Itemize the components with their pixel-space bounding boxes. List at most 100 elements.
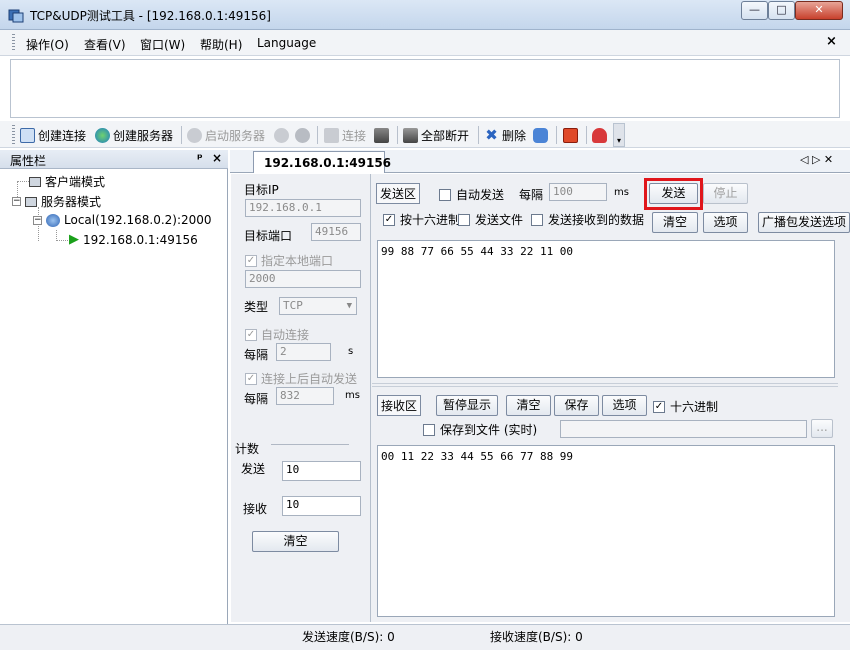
menu-help[interactable]: 帮助(H) [200,36,242,53]
users-stop-icon [274,127,289,143]
receive-save-button[interactable]: 保存 [554,395,599,416]
mdi-close-icon[interactable]: × [826,34,837,49]
connect-label: 连接 [342,128,367,143]
receive-textarea[interactable]: 00 11 22 33 44 55 66 77 88 99 [377,445,835,617]
about-button[interactable] [592,126,607,144]
close-window-button[interactable]: ✕ [795,1,843,20]
panel-close-icon[interactable]: × [212,151,222,165]
auto-send-label: 自动发送 [456,188,505,202]
type-select[interactable]: TCP ▼ [279,297,357,315]
toolbar-separator [556,126,557,144]
disconnect-button[interactable] [374,126,389,144]
send-textarea[interactable]: 99 88 77 66 55 44 33 22 11 00 [377,240,835,378]
clear-counter-button[interactable]: 清空 [252,531,339,552]
tree-item-server-mode[interactable]: − 服务器模式 [12,193,101,210]
start-server-button[interactable]: 启动服务器 [187,126,265,144]
counter-title: 计数 [235,442,260,456]
send-area-label: 发送区 [376,183,421,204]
tree-item-client-mode[interactable]: 客户端模式 [29,173,105,190]
auto-send-interval-field[interactable]: 832 [276,387,334,405]
bind-local-port-checkbox[interactable]: ✓ 指定本地端口 [245,252,333,269]
tree-item-connection[interactable]: ▶ 192.168.0.1:49156 [69,232,198,247]
delete-button[interactable]: ✖ 删除 [484,126,526,144]
local-port-field[interactable]: 2000 [245,270,361,288]
send-file-label: 发送文件 [475,213,524,227]
checkbox-icon: ✓ [245,254,257,267]
pause-display-button[interactable]: 暂停显示 [436,395,498,416]
send-button[interactable]: 发送 [649,183,698,204]
send-count-field[interactable]: 10 [282,461,361,481]
menu-grip [12,34,15,52]
menu-window[interactable]: 窗口(W) [140,36,185,53]
auto-connect-checkbox[interactable]: ✓ 自动连接 [245,326,309,343]
auto-send-on-connect-checkbox[interactable]: ✓ 连接上后自动发送 [245,370,357,387]
window-title: TCP&UDP测试工具 - [192.168.0.1:49156] [30,9,271,23]
browse-button[interactable]: ... [811,419,833,438]
recv-count-label: 接收 [243,502,268,516]
app-icon [8,7,24,23]
tree-item-label: Local(192.168.0.2):2000 [64,213,212,227]
about-icon [592,127,607,143]
stop-all-button[interactable] [563,126,578,144]
tab-connection[interactable]: 192.168.0.1:49156 [253,151,391,173]
disconnect-all-button[interactable]: 全部断开 [403,126,469,144]
interval-label: 每隔 [244,348,269,362]
bind-local-port-label: 指定本地端口 [261,254,334,268]
send-received-checkbox[interactable]: 发送接收到的数据 [531,211,644,228]
save-to-file-checkbox[interactable]: 保存到文件 (实时) [423,421,537,438]
send-received-label: 发送接收到的数据 [548,213,645,227]
column-divider [370,174,371,622]
receive-clear-button[interactable]: 清空 [506,395,551,416]
checkbox-icon [531,213,543,226]
menu-view[interactable]: 查看(V) [84,36,126,53]
tree-item-local-server[interactable]: − Local(192.168.0.2):2000 [33,213,212,227]
menu-language[interactable]: Language [257,36,316,50]
send-options-button[interactable]: 选项 [703,212,748,233]
pin-icon[interactable]: ᵖ [197,151,203,165]
area-splitter[interactable] [372,383,838,387]
globe-icon [95,127,110,143]
collapse-icon[interactable]: − [12,197,21,206]
connect-button[interactable]: 连接 [324,126,366,144]
receive-hex-checkbox[interactable]: ✓ 十六进制 [653,398,718,415]
toolbar-separator [181,126,182,144]
property-panel: 属性栏 ᵖ × 客户端模式 − 服务器模式 − Local(192.168.0.… [0,150,228,624]
collapse-icon[interactable]: − [33,215,42,225]
target-port-label: 目标端口 [244,229,293,243]
tab-label: 192.168.0.1:49156 [264,155,392,170]
counter-divider [271,444,349,445]
reconnect-interval-field[interactable]: 2 [276,343,331,361]
cancel-button[interactable] [295,126,310,144]
recv-count-field[interactable]: 10 [282,496,361,516]
target-port-field[interactable]: 49156 [311,223,361,241]
disconnect-all-icon [403,127,418,143]
send-file-checkbox[interactable]: 发送文件 [458,211,523,228]
tab-nav-icons[interactable]: ◁ ▷ ✕ [800,153,833,166]
maximize-button[interactable]: □ [768,1,795,20]
receive-options-button[interactable]: 选项 [602,395,647,416]
recv-speed: 接收速度(B/S): 0 [490,630,583,644]
checkbox-icon: ✓ [245,372,257,385]
create-connection-button[interactable]: 创建连接 [20,126,86,144]
network-icon [533,127,548,143]
connection-page: 目标IP 192.168.0.1 目标端口 49156 ✓ 指定本地端口 200… [231,174,850,622]
toolbar-overflow-chevron-icon[interactable]: ▾ [613,123,625,147]
interval2-label: 每隔 [244,392,269,406]
stop-server-button[interactable] [274,126,289,144]
auto-send-checkbox[interactable]: 自动发送 [439,186,504,203]
delete-label: 删除 [502,128,527,143]
send-interval-unit: ms [614,187,629,198]
save-file-path-field[interactable] [560,420,807,438]
delete-x-icon: ✖ [485,125,498,144]
send-clear-button[interactable]: 清空 [652,212,698,233]
minimize-button[interactable]: — [741,1,768,20]
create-server-button[interactable]: 创建服务器 [95,126,173,144]
send-hex-label: 按十六进制 [400,213,461,227]
stop-button[interactable]: 停止 [703,183,748,204]
target-ip-field[interactable]: 192.168.0.1 [245,199,361,217]
menu-operate[interactable]: 操作(O) [26,36,69,53]
send-hex-checkbox[interactable]: ✓ 按十六进制 [383,211,460,228]
broadcast-options-button[interactable]: 广播包发送选项 [758,212,850,233]
network-button[interactable] [533,126,548,144]
send-interval-field[interactable]: 100 [549,183,607,201]
